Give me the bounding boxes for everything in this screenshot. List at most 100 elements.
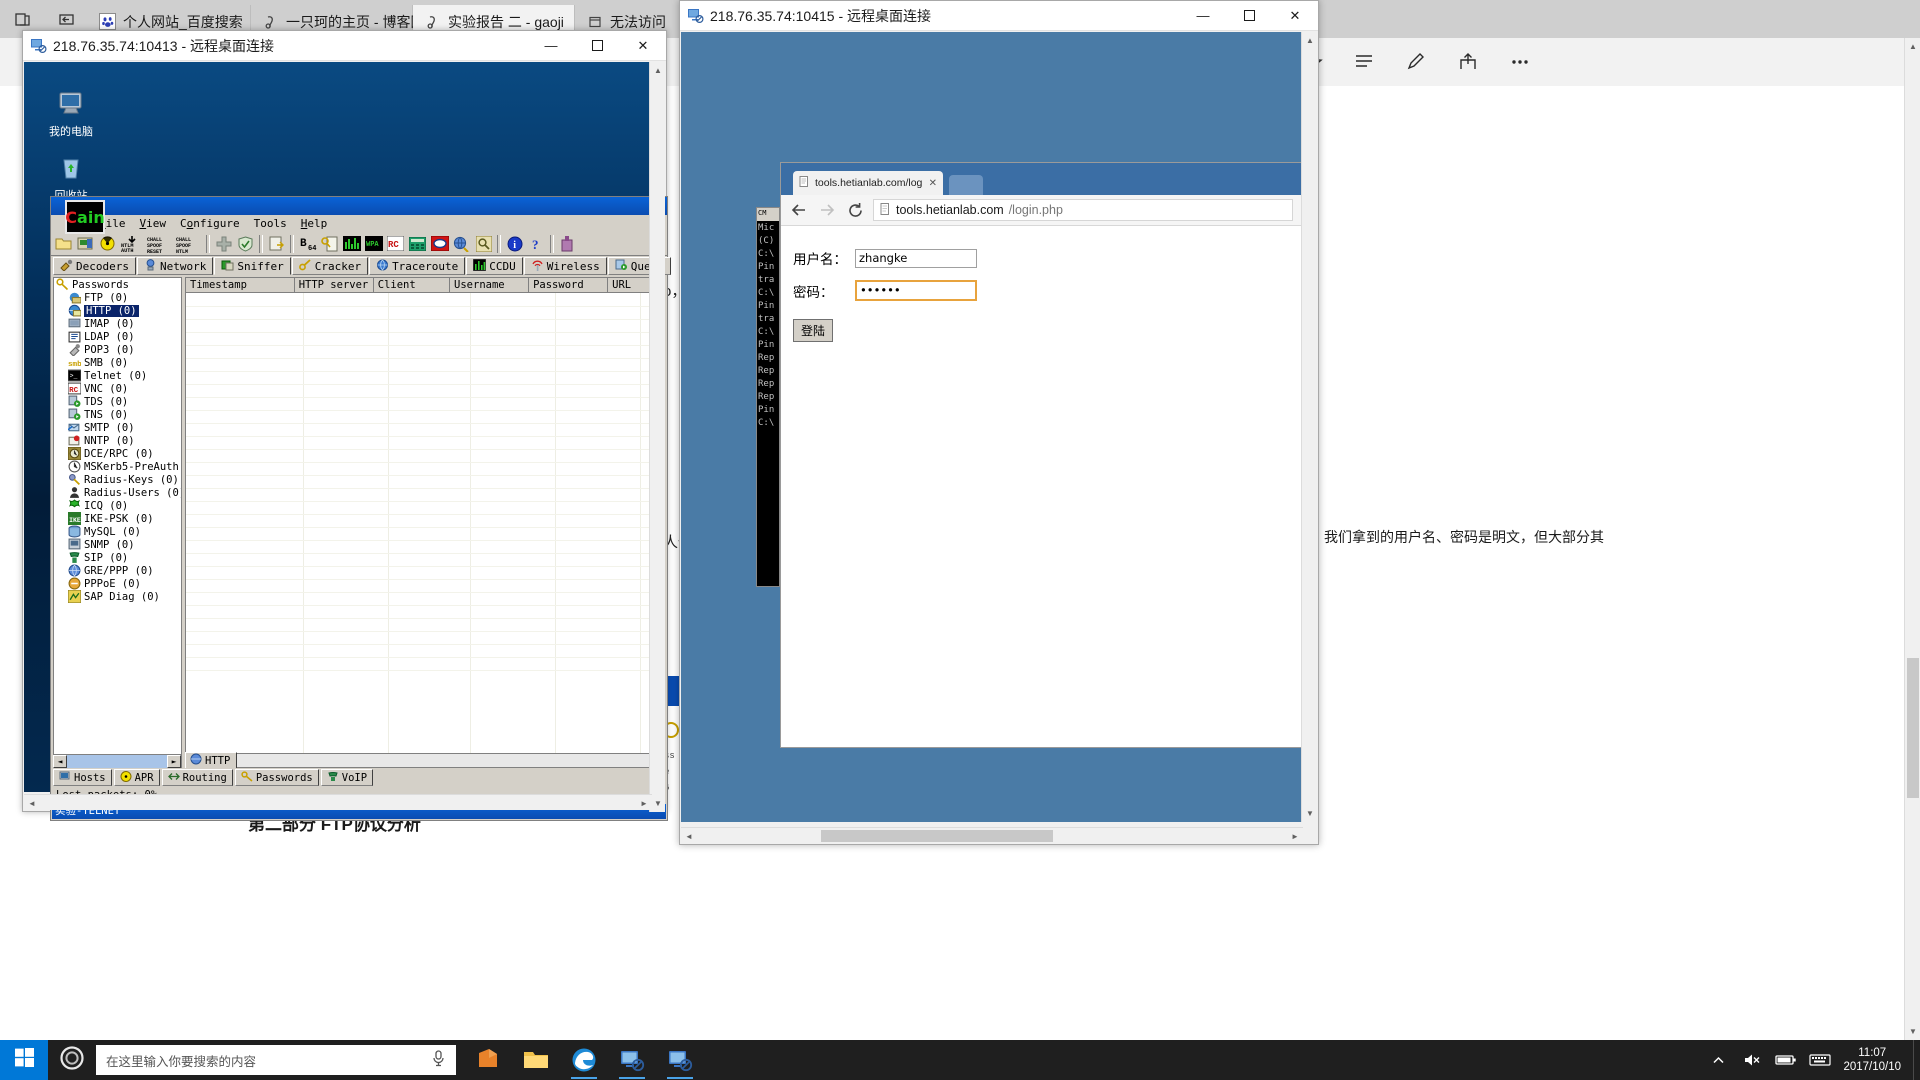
tab-ccdu[interactable]: CCDU (466, 257, 523, 275)
tree-item-radius-keys[interactable]: Radius-Keys (0) (54, 473, 181, 486)
taskbar-rdp-button-2[interactable] (656, 1040, 704, 1080)
lower-tab-apr[interactable]: APR (113, 769, 160, 786)
taskbar-file-explorer-button[interactable] (512, 1040, 560, 1080)
tree-item-smtp[interactable]: SMTP (0) (54, 421, 181, 434)
username-input[interactable] (855, 248, 977, 268)
menu-help[interactable]: Help (301, 217, 328, 230)
list-horizontal-scrollbar[interactable]: ◄ ► (186, 753, 664, 767)
lower-tab-hosts[interactable]: Hosts (53, 769, 112, 786)
scroll-down-arrow-icon[interactable]: ▼ (1905, 1023, 1920, 1040)
desktop-icon-my-computer[interactable]: 我的电脑 (36, 90, 106, 139)
rdp2-maximize-button[interactable] (1226, 1, 1272, 31)
cain-sub-tab-http[interactable]: HTTP (185, 752, 237, 768)
base64-icon[interactable]: B 64 (297, 234, 318, 254)
tree-item-telnet[interactable]: >_ Telnet (0) (54, 369, 181, 382)
rdp1-minimize-button[interactable]: — (528, 31, 574, 61)
col-username[interactable]: Username (450, 278, 530, 292)
rdp-window-2[interactable]: 218.76.35.74:10415 - 远程桌面连接 — ✕ CM Mic (C… (679, 0, 1319, 845)
tree-item-snmp[interactable]: SNMP (0) (54, 538, 181, 551)
cain-menubar[interactable]: File View Configure Tools Help (51, 215, 667, 232)
chrome-new-tab-button[interactable] (949, 175, 983, 195)
magnifier-key-icon[interactable] (473, 234, 494, 254)
tree-item-ldap[interactable]: LDAP (0) (54, 330, 181, 343)
back-arrow-icon[interactable] (789, 200, 809, 220)
rdp1-close-button[interactable]: ✕ (620, 31, 666, 61)
rdp2-scroll-left-icon[interactable]: ◄ (681, 828, 697, 844)
tab-cracker[interactable]: Cracker (291, 257, 369, 275)
cain-main-tabs[interactable]: Decoders Network Sniffer Cracker Tracero… (51, 256, 671, 275)
col-timestamp[interactable]: Timestamp (186, 278, 295, 292)
taskbar-edge-button[interactable] (560, 1040, 608, 1080)
menu-configure[interactable]: Configure (180, 217, 240, 230)
tree-item-pppoe[interactable]: PPPoE (0) (54, 577, 181, 590)
tree-item-mskerb5-preauth[interactable]: MSKerb5-PreAuth (0) (54, 460, 181, 473)
rdp2-close-button[interactable]: ✕ (1272, 1, 1318, 31)
col-http-server[interactable]: HTTP server (295, 278, 374, 292)
passwords-list[interactable]: Timestamp HTTP server Client Username Pa… (185, 277, 665, 768)
rdp2-remote-desktop[interactable]: CM Mic (C) C:\ Pin tra C:\ Pin tra C:\ Pin Rep Rep R… (681, 32, 1303, 822)
ntlm-auth-icon[interactable]: NTLM AUTH (119, 234, 145, 254)
search-input[interactable]: 在这里输入你要搜索的内容 (96, 1045, 456, 1075)
edge-vertical-scrollbar[interactable]: ▲ ▼ (1904, 38, 1920, 1040)
more-icon[interactable] (1494, 38, 1546, 86)
tree-horizontal-scrollbar[interactable]: ◄ ► (53, 754, 181, 768)
menu-view[interactable]: View (140, 217, 167, 230)
tree-item-imap[interactable]: IMAP (0) (54, 317, 181, 330)
cain-application-window[interactable]: Cain File View Configure Tools Help NTLM… (50, 196, 671, 821)
tab-decoders[interactable]: Decoders (53, 257, 136, 275)
rdp1-scroll-down-icon[interactable]: ▼ (650, 795, 666, 812)
rdp1-scroll-right-icon[interactable]: ► (636, 795, 652, 811)
cain-titlebar[interactable] (51, 197, 667, 215)
tree-scroll-thumb[interactable] (67, 755, 167, 768)
exit-icon[interactable] (557, 234, 578, 254)
taskbar-rdp-button-1[interactable] (608, 1040, 656, 1080)
shield-icon[interactable] (235, 234, 256, 254)
lower-tab-routing[interactable]: Routing (161, 769, 233, 786)
rdp2-scroll-up-icon[interactable]: ▲ (1302, 32, 1318, 49)
rdp2-scroll-right-icon[interactable]: ► (1287, 828, 1303, 844)
microphone-icon[interactable] (431, 1050, 446, 1070)
cain-lower-tabs[interactable]: Hosts APR Routing Passwords VoIP (53, 769, 665, 786)
save-icon[interactable] (75, 234, 96, 254)
cain-toolbar[interactable]: NTLM AUTH CHALL SPOOF RESET CHALL SPOOF NTLM … (51, 232, 667, 256)
list-scroll-track[interactable] (200, 754, 650, 767)
vnc-icon[interactable]: RC (385, 234, 406, 254)
show-desktop-button[interactable] (1913, 1040, 1920, 1080)
tree-item-mysql[interactable]: MySQL (0) (54, 525, 181, 538)
chrome-address-bar[interactable]: tools.hetianlab.com/login.php (873, 199, 1293, 221)
rdp2-vertical-scrollbar[interactable]: ▲ ▼ (1301, 32, 1317, 822)
share-icon[interactable] (1442, 38, 1494, 86)
help-icon[interactable]: ? (526, 234, 547, 254)
nuclear-icon[interactable] (97, 234, 118, 254)
add-plus-icon[interactable] (213, 234, 234, 254)
forward-arrow-icon[interactable] (817, 200, 837, 220)
chrome-tab-close-icon[interactable]: ✕ (929, 178, 937, 189)
menu-tools[interactable]: Tools (254, 217, 287, 230)
rdp2-minimize-button[interactable]: — (1180, 1, 1226, 31)
rdp1-scroll-up-icon[interactable]: ▲ (650, 62, 666, 79)
keyboard-icon[interactable] (1803, 1040, 1837, 1080)
chall-spoof-reset-icon[interactable]: CHALL SPOOF RESET (146, 234, 174, 254)
notes-icon[interactable] (1390, 38, 1442, 86)
chevron-up-icon[interactable] (1701, 1040, 1735, 1080)
chall-spoof-ntlm-icon[interactable]: CHALL SPOOF NTLM (175, 234, 203, 254)
tree-item-sap[interactable]: SAP Diag (0) (54, 589, 181, 604)
tab-sniffer[interactable]: Sniffer (214, 257, 291, 275)
rdp2-titlebar[interactable]: 218.76.35.74:10415 - 远程桌面连接 — ✕ (680, 1, 1318, 31)
tree-item-gre-ppp[interactable]: GRE/PPP (0) (54, 564, 181, 577)
taskbar-store-button[interactable] (464, 1040, 512, 1080)
start-button[interactable] (0, 1040, 48, 1080)
open-folder-icon[interactable] (53, 234, 74, 254)
command-prompt-window[interactable]: CM Mic (C) C:\ Pin tra C:\ Pin tra C:\ Pin Rep Rep R… (756, 207, 780, 587)
tree-item-pop3[interactable]: POP3 (0) (54, 343, 181, 357)
tree-item-vnc[interactable]: RC VNC (0) (54, 382, 181, 395)
rdp1-horizontal-scrollbar[interactable]: ◄ ► (24, 794, 652, 810)
tree-item-sip[interactable]: SIP (0) (54, 551, 181, 564)
reload-icon[interactable] (845, 200, 865, 220)
rdp1-vertical-scrollbar[interactable]: ▲ ▼ (649, 62, 665, 812)
globe-key-icon[interactable] (451, 234, 472, 254)
tree-item-tns[interactable]: TNS (0) (54, 408, 181, 421)
col-password[interactable]: Password (529, 278, 609, 292)
password-input[interactable]: •••••• (855, 280, 977, 301)
battery-icon[interactable] (1769, 1040, 1803, 1080)
